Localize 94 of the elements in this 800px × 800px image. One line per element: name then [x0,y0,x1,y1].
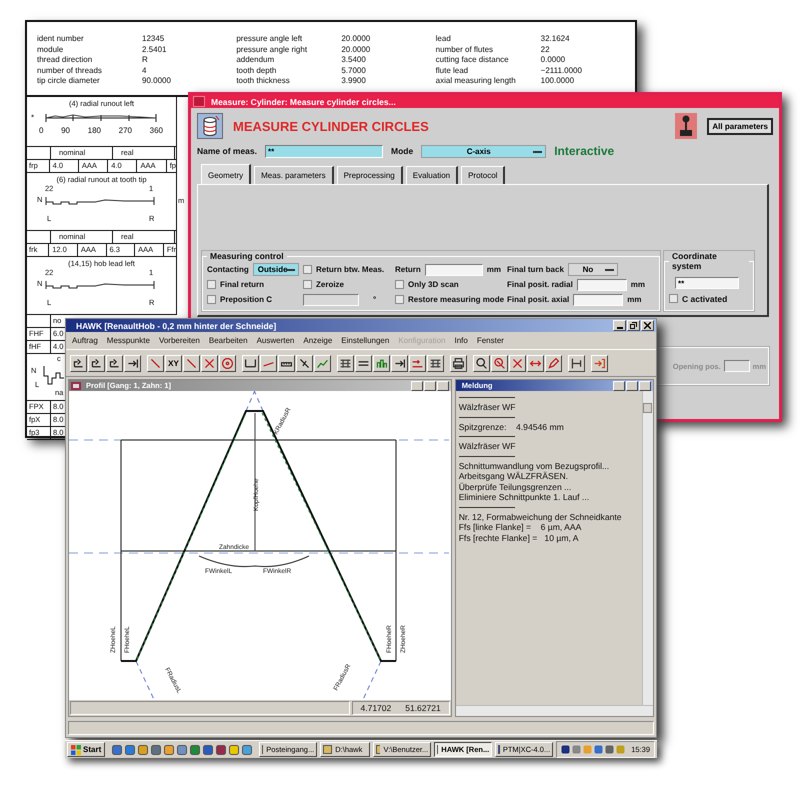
parameter-label: axial measuring length [436,76,517,86]
chart-marker: * [31,113,34,122]
window-title: Measure: Cylinder: Measure cylinder circles... [211,96,396,106]
parameter-label: flute lead [436,66,470,76]
field-label: Final turn back [507,265,564,274]
menu-item[interactable]: Info [454,336,468,345]
unit-label: mm [627,295,642,304]
parameter-value: 2.5401 [142,44,166,55]
menu-item[interactable]: Fenster [476,336,504,345]
group-title: Measuring control [209,251,285,261]
parameter-label: tip circle diameter [37,76,101,86]
parameter-label: pressure angle right [236,44,308,55]
name-field[interactable]: ** [265,144,383,158]
parameter-label: tooth thickness [236,76,291,86]
field-label: Final posit. axial [507,295,570,304]
mode-status: Interactive [554,144,614,158]
parameter-label: ident number [37,34,85,44]
tab[interactable]: Preprocessing [336,166,403,184]
group-title: Coordinate system [671,251,718,271]
window-title: HAWK [RenaultHob - 0,2 mm hinter der Schneide] [75,320,276,330]
axis-tick-label: 0 [39,126,44,135]
parameter-label: tooth depth [236,66,278,76]
menu-item[interactable]: Auftrag [72,336,98,345]
menu-item[interactable]: Messpunkte [106,336,150,345]
field-label: Mode [391,146,414,156]
parameter-value: 3.9900 [341,76,366,86]
message-line: Schnittumwandlung vom Bezugsprofil... [458,460,610,471]
coordinate-value: 51.62721 [405,703,441,713]
input-field[interactable]: ** [675,277,739,289]
checkbox-label[interactable]: Preposition C [220,295,272,304]
unit-label: ° [373,295,376,304]
parameter-value: 32.1624 [540,34,570,44]
message-line: Überprüfe Teilungsgrenzen ... [458,482,572,492]
message-line: Ffs [rechte Flanke] = 10 µm, A [458,532,580,543]
start-button[interactable]: Start [67,742,106,757]
message-line: Spitzgrenze: 4.94546 mm [458,422,565,432]
parameter-value: 100.0000 [540,76,574,86]
parameter-value: 20.0000 [341,44,370,55]
coordinate-value: 4.71702 [360,703,392,713]
checkbox-label[interactable]: Restore measuring mode [408,295,504,304]
mode-dropdown[interactable]: C-axis [421,144,546,158]
checkbox-label[interactable]: Final return [220,280,264,289]
menu-item[interactable]: Anzeige [303,336,332,345]
parameter-label: addendum [236,55,276,66]
axis-tick-label: 90 [61,126,70,135]
checkbox-label[interactable]: Only 3D scan [408,280,459,289]
message-line: Nr. 12, Formabweichung der Schneidkante [458,512,623,522]
menu-item[interactable]: Vorbereiten [158,336,200,345]
parameter-label: number of threads [37,66,103,76]
checkbox-label[interactable]: Zeroize [316,280,344,289]
menu-item[interactable]: Auswerten [256,336,294,345]
dialog-heading: MEASURE CYLINDER CIRCLES [233,118,429,134]
message-line: Eliminiere Schnittpunkte 1. Lauf ... [458,492,590,502]
menu-item[interactable]: Bearbeiten [208,336,248,345]
all-parameters-button[interactable]: All parameters [707,118,773,134]
parameter-label: thread direction [37,55,94,66]
field-label: Name of meas. [197,146,257,156]
message-line: Wälzfräser WF [458,441,516,452]
tab[interactable]: Meas. parameters [254,166,334,184]
dropdown[interactable]: No [568,263,618,276]
parameter-label: number of flutes [436,44,494,55]
axis-tick-label: 270 [118,126,132,135]
parameter-label: pressure angle left [236,34,304,44]
message-line: Ffs [linke Flanke] = 6 µm, AAA [458,522,582,532]
parameter-value: 5.7000 [341,66,366,76]
field-label: Contacting [207,265,249,274]
checkbox-label[interactable]: Return btw. Meas. [316,265,384,274]
message-line: Arbeitsgang WÄLZFRÄSEN. [458,471,568,482]
dropdown[interactable]: Outside [252,263,299,276]
unit-label: mm [630,280,646,289]
parameter-label: module [37,44,64,55]
parameter-value: R [142,55,148,66]
menu-item[interactable]: Einstellungen [341,336,390,345]
axis-tick-label: 180 [88,126,101,135]
parameter-value: −2111.0000 [540,66,582,76]
parameter-value: 90.0000 [142,76,171,86]
parameter-label: lead [436,34,452,44]
field-label: Final posit. radial [507,280,573,289]
parameter-value: 22 [540,44,550,55]
message-line: Wälzfräser WF [458,402,516,412]
parameter-value: 12345 [142,34,164,44]
parameter-value: 0.0000 [540,55,566,66]
parameter-label: cutting face distance [436,55,510,66]
field-label: Return [395,265,421,274]
parameter-value: 4 [142,66,146,76]
parameter-value: 20.0000 [341,34,370,44]
unit-label: mm [486,265,502,274]
axis-tick-label: 360 [150,126,163,135]
tab[interactable]: Protocol [461,166,506,184]
tab[interactable]: Evaluation [406,166,458,184]
parameter-value: 3.5400 [341,55,366,66]
checkbox-label[interactable]: C activated [682,294,728,304]
toolbar-button[interactable]: XY [165,354,182,372]
tab[interactable]: Geometry [201,164,252,184]
